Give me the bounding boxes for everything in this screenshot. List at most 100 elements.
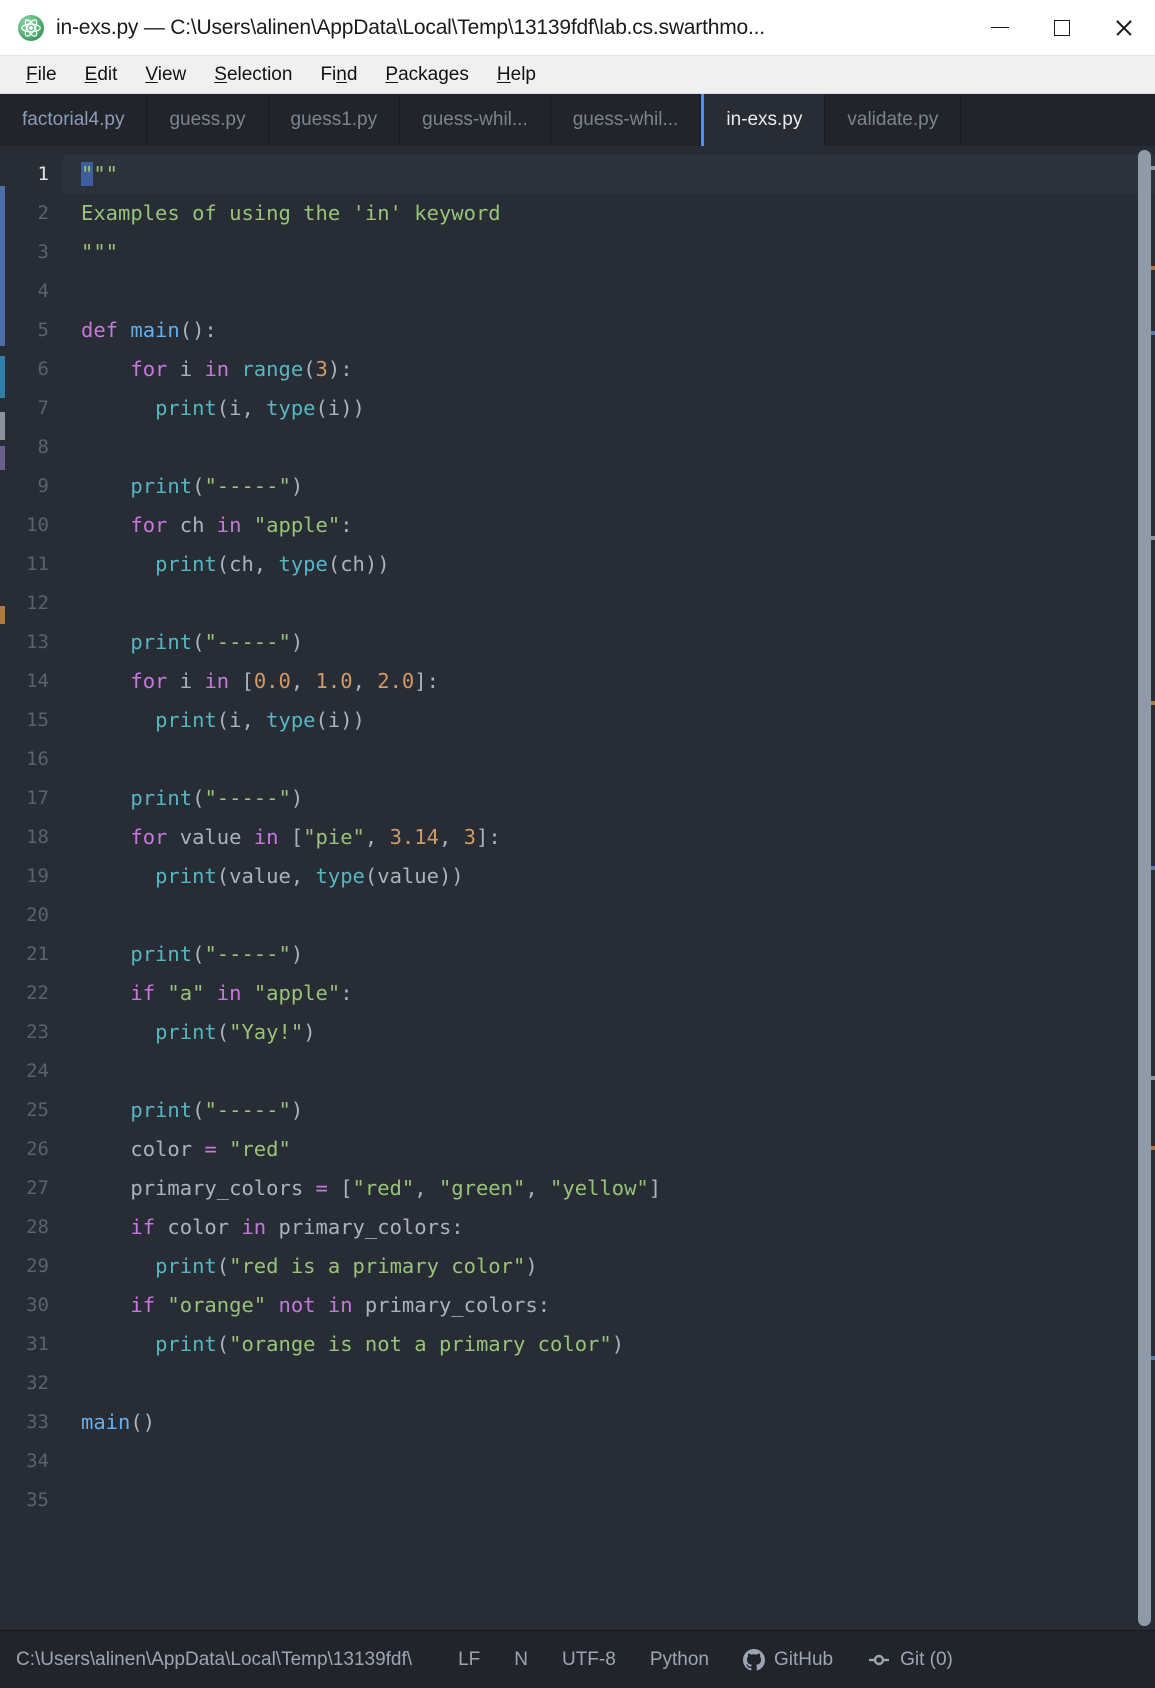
code-line[interactable]: print("-----") <box>81 779 1155 818</box>
code-line[interactable]: for ch in "apple": <box>81 506 1155 545</box>
code-token: if <box>130 981 156 1005</box>
menu-edit[interactable]: Edit <box>71 56 132 94</box>
code-token: 3 <box>463 825 476 849</box>
vertical-scrollbar[interactable] <box>1138 150 1151 1626</box>
code-line[interactable]: print("-----") <box>81 623 1155 662</box>
code-token: : <box>340 981 353 1005</box>
code-content[interactable]: """ Examples of using the 'in' keyword """… <box>63 146 1155 1630</box>
code-line[interactable]: print("-----") <box>81 467 1155 506</box>
minimize-icon[interactable] <box>969 0 1031 56</box>
code-line[interactable] <box>81 896 1155 935</box>
code-line[interactable]: main() <box>81 1403 1155 1442</box>
code-line[interactable]: print("Yay!") <box>81 1013 1155 1052</box>
code-token: print <box>155 552 217 576</box>
menu-file[interactable]: File <box>12 56 71 94</box>
code-line[interactable]: print("-----") <box>81 935 1155 974</box>
code-line[interactable]: Examples of using the 'in' keyword <box>81 194 1155 233</box>
code-token: ( <box>216 1254 230 1278</box>
code-line[interactable] <box>81 1481 1155 1520</box>
code-line[interactable]: print(ch, type(ch)) <box>81 545 1155 584</box>
line-number: 19 <box>26 865 49 887</box>
code-token: "-----" <box>204 1098 291 1122</box>
code-token: "red" <box>352 1176 415 1200</box>
tab-guess-whil[interactable]: guess-whil... <box>550 94 702 146</box>
menu-packages[interactable]: Packages <box>371 56 482 94</box>
code-line[interactable]: for i in range(3): <box>81 350 1155 389</box>
menu-view[interactable]: View <box>131 56 200 94</box>
line-number: 28 <box>26 1216 49 1238</box>
code-line[interactable] <box>81 428 1155 467</box>
tab-guess-py[interactable]: guess.py <box>147 94 269 146</box>
code-line[interactable]: print(value, type(value)) <box>81 857 1155 896</box>
code-line[interactable]: for value in ["pie", 3.14, 3]: <box>81 818 1155 857</box>
code-line[interactable]: def main(): <box>81 311 1155 350</box>
diff-marker <box>0 412 5 440</box>
code-token: ( <box>192 474 205 498</box>
status-git[interactable]: Git (0) <box>867 1649 953 1671</box>
code-token: main <box>130 318 180 342</box>
code-line[interactable]: print("orange is not a primary color") <box>81 1325 1155 1364</box>
code-line[interactable] <box>81 740 1155 779</box>
code-token: ) <box>611 1332 625 1356</box>
code-editor[interactable]: 1 2 3 4 5 6 7 8 9 10 11 12 13 14 15 16 17 18 19 20 21 22 23 24 2… <box>0 146 1155 1630</box>
status-file-path[interactable]: C:\Users\alinen\AppData\Local\Temp\13139… <box>16 1649 412 1671</box>
status-github[interactable]: GitHub <box>742 1648 833 1671</box>
status-line-ending[interactable]: LF <box>458 1649 480 1671</box>
code-line[interactable]: if "a" in "apple": <box>81 974 1155 1013</box>
tab-label: guess.py <box>169 109 246 130</box>
code-line[interactable]: if "orange" not in primary_colors: <box>81 1286 1155 1325</box>
status-grammar[interactable]: Python <box>650 1649 709 1671</box>
tab-guess-whil[interactable]: guess-whil... <box>400 94 551 146</box>
tab-in-exs-py[interactable]: in-exs.py <box>701 94 826 146</box>
menu-selection[interactable]: Selection <box>200 56 306 94</box>
code-token: print <box>130 942 193 966</box>
tab-factorial4-py[interactable]: factorial4.py <box>0 94 148 146</box>
code-line[interactable] <box>81 272 1155 311</box>
code-line[interactable]: print(i, type(i)) <box>81 701 1155 740</box>
code-token: ) <box>290 474 304 498</box>
code-line[interactable]: print("-----") <box>81 1091 1155 1130</box>
code-token: ( <box>315 708 328 732</box>
menu-help[interactable]: Help <box>483 56 550 94</box>
code-line[interactable]: print(i, type(i)) <box>81 389 1155 428</box>
code-line[interactable]: primary_colors = ["red", "green", "yello… <box>81 1169 1155 1208</box>
tab-guess1-py[interactable]: guess1.py <box>268 94 401 146</box>
code-line[interactable]: print("red is a primary color") <box>81 1247 1155 1286</box>
code-token: ( <box>327 552 341 576</box>
tab-bar: factorial4.py guess.py guess1.py guess-whil… <box>0 94 1155 146</box>
code-line[interactable]: for i in [0.0, 1.0, 2.0]: <box>81 662 1155 701</box>
line-number: 22 <box>26 982 49 1004</box>
tab-label: guess-whil... <box>422 109 528 130</box>
code-line[interactable] <box>81 1442 1155 1481</box>
close-icon[interactable] <box>1093 0 1155 56</box>
code-line[interactable]: """ <box>81 233 1155 272</box>
code-token: "yellow" <box>550 1176 649 1200</box>
maximize-icon[interactable] <box>1031 0 1093 56</box>
code-line[interactable] <box>81 1364 1155 1403</box>
code-token: , <box>438 825 464 849</box>
code-token: "orange" <box>167 1293 267 1317</box>
status-indent[interactable]: N <box>514 1649 528 1671</box>
line-number: 33 <box>26 1411 49 1433</box>
diff-marker <box>0 186 5 346</box>
code-line[interactable] <box>81 584 1155 623</box>
menu-find[interactable]: Find <box>306 56 371 94</box>
code-line[interactable] <box>81 1052 1155 1091</box>
tab-validate-py[interactable]: validate.py <box>825 94 962 146</box>
code-token: color <box>81 1137 205 1161</box>
code-line[interactable]: """ <box>63 155 1155 194</box>
status-encoding[interactable]: UTF-8 <box>562 1649 616 1671</box>
code-token: i <box>327 708 341 732</box>
code-token: )) <box>438 864 464 888</box>
code-token: ]: <box>476 825 501 849</box>
line-number: 17 <box>26 787 49 809</box>
code-line[interactable]: color = "red" <box>81 1130 1155 1169</box>
scrollbar-thumb[interactable] <box>1138 150 1151 1626</box>
code-line[interactable]: if color in primary_colors: <box>81 1208 1155 1247</box>
